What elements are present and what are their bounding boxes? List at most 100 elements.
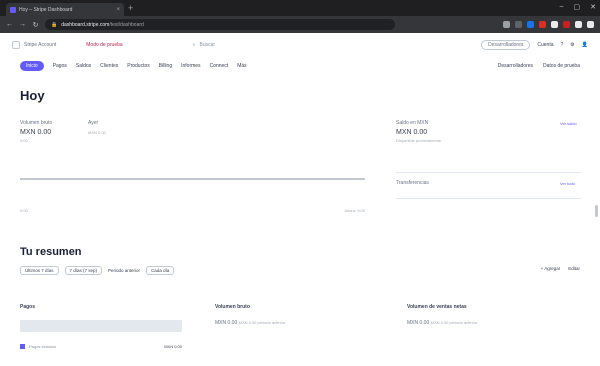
payments-legend: Pagos exitosos MXN 0.00 <box>20 344 182 349</box>
minimize-button[interactable]: – <box>560 3 564 11</box>
view-payouts-link[interactable]: Ver todo <box>560 181 575 186</box>
nav-right: Desarrolladores Datos de prueba <box>498 63 580 69</box>
date-select[interactable]: 7 días (7 sep) <box>64 266 103 275</box>
gross-volume-sub: 0:00 <box>20 138 28 143</box>
tab-billing[interactable]: Billing <box>159 63 172 69</box>
gross-volume-card[interactable]: Volumen bruto MXN 0.00 MXN 0.00 periodo … <box>215 304 286 326</box>
extension-icon[interactable] <box>515 21 522 28</box>
app-topbar: Stripe Account Modo de prueba ⌕ Buscar D… <box>0 33 600 57</box>
tab-reports[interactable]: Informes <box>181 63 200 69</box>
summary-title: Tu resumen <box>20 246 82 258</box>
main-nav: Inicio Pagos Saldos Clientes Productos B… <box>0 57 600 75</box>
net-volume-card-value: MXN 0.00 <box>407 320 430 326</box>
balance-card: Saldo en MXN MXN 0.00 Disponible próxima… <box>396 120 441 143</box>
extension-icon[interactable] <box>503 21 510 28</box>
payments-bar <box>20 320 182 332</box>
divider <box>396 172 581 173</box>
payments-card[interactable]: Pagos <box>20 304 35 310</box>
balance-value: MXN 0.00 <box>396 129 428 136</box>
browser-tab[interactable]: Hoy – Stripe Dashboard × <box>6 3 124 16</box>
topbar-actions: Desarrolladores Cuenta ? ⚙ 👤 <box>481 40 588 50</box>
test-mode-badge[interactable]: Modo de prueba <box>86 42 122 48</box>
account-name: Stripe Account <box>24 42 57 48</box>
balance-sub: Disponible próximamente <box>396 138 442 143</box>
date-range-select[interactable]: Últimos 7 días <box>20 266 59 275</box>
browser-tabbar: Hoy – Stripe Dashboard × + – ▢ ✕ <box>0 0 600 16</box>
close-tab-icon[interactable]: × <box>116 7 120 13</box>
tab-products[interactable]: Productos <box>127 63 150 69</box>
test-data-toggle[interactable]: Datos de prueba <box>543 63 580 69</box>
tab-connect[interactable]: Connect <box>210 63 229 69</box>
legend-swatch <box>20 344 25 349</box>
legend-label: Pagos exitosos <box>29 344 57 349</box>
search-input[interactable]: ⌕ Buscar <box>193 42 215 48</box>
url-path: /test/dashboard <box>109 21 144 28</box>
yesterday-stat[interactable]: Ayer MXN 0.00 <box>88 120 106 135</box>
edit-button[interactable]: Editar <box>568 266 580 271</box>
tab-customers[interactable]: Clientes <box>100 63 118 69</box>
gross-volume-card-compare: MXN 0.00 periodo anterior <box>238 320 286 325</box>
divider <box>396 198 581 199</box>
chart-start-label: 0:00 <box>20 208 28 213</box>
url-input[interactable]: 🔒 dashboard.stripe.com/test/dashboard <box>45 19 395 30</box>
gross-volume-value: MXN 0.00 <box>20 129 52 136</box>
profile-icon[interactable] <box>575 21 582 28</box>
chart-line <box>20 178 365 180</box>
settings-icon[interactable]: ⚙ <box>570 42 574 48</box>
tab-title: Hoy – Stripe Dashboard <box>19 6 73 13</box>
extension-icon[interactable] <box>551 21 558 28</box>
add-button[interactable]: + Agregar <box>541 266 561 271</box>
view-balance-link[interactable]: Ver saldo <box>560 121 577 126</box>
developers-pill[interactable]: Desarrolladores <box>481 40 531 50</box>
today-chart: 0:00 Ahora, 0:00 <box>20 150 365 213</box>
address-bar: ← → ↻ 🔒 dashboard.stripe.com/test/dashbo… <box>0 16 600 33</box>
net-volume-card-title: Volumen de ventas netas <box>407 304 467 310</box>
gross-volume-stat[interactable]: Volumen bruto MXN 0.00 0:00 <box>20 120 52 143</box>
summary-actions: + Agregar Editar <box>541 266 580 271</box>
account-label[interactable]: Cuenta <box>537 42 553 48</box>
scrollbar[interactable] <box>595 205 598 217</box>
account-switcher[interactable]: Stripe Account <box>12 41 56 49</box>
extensions <box>503 21 594 28</box>
compare-select[interactable]: Periodo anterior <box>108 268 140 273</box>
tab-balances[interactable]: Saldos <box>76 63 91 69</box>
net-volume-card[interactable]: Volumen de ventas netas MXN 0.00 MXN 0.0… <box>407 304 478 326</box>
search-icon: ⌕ <box>192 42 196 48</box>
balance-label: Saldo en MXN <box>396 120 429 126</box>
gross-volume-label: Volumen bruto <box>20 120 53 126</box>
tab-payments[interactable]: Pagos <box>53 63 67 69</box>
page-title: Hoy <box>20 88 45 103</box>
gross-volume-card-value: MXN 0.00 <box>215 320 238 326</box>
back-icon[interactable]: ← <box>6 21 13 28</box>
yesterday-label: Ayer <box>88 120 99 126</box>
extension-icon[interactable] <box>527 21 534 28</box>
chart-end-label: Ahora, 0:00 <box>344 208 365 213</box>
summary-filters: Últimos 7 días 7 días (7 sep) Periodo an… <box>20 266 175 275</box>
help-icon[interactable]: ? <box>561 42 564 48</box>
tab-more[interactable]: Más <box>237 63 246 69</box>
net-volume-card-compare: MXN 0.00 periodo anterior <box>430 320 478 325</box>
menu-icon[interactable] <box>587 21 594 28</box>
new-tab-button[interactable]: + <box>128 3 133 13</box>
tab-home[interactable]: Inicio <box>20 61 44 71</box>
gross-volume-card-title: Volumen bruto <box>215 304 250 310</box>
close-window-button[interactable]: ✕ <box>590 3 596 11</box>
user-icon[interactable]: 👤 <box>582 42 588 48</box>
maximize-button[interactable]: ▢ <box>574 3 581 11</box>
yesterday-value: MXN 0.00 <box>88 130 106 135</box>
lock-icon: 🔒 <box>51 21 58 28</box>
window-controls: – ▢ ✕ <box>560 3 596 11</box>
forward-icon[interactable]: → <box>19 21 26 28</box>
extension-icon[interactable] <box>563 21 570 28</box>
legend-amount: MXN 0.00 <box>164 344 182 349</box>
payouts-label: Transferencias <box>396 180 429 186</box>
account-icon <box>12 41 20 49</box>
developers-link[interactable]: Desarrolladores <box>498 63 533 69</box>
reload-icon[interactable]: ↻ <box>32 21 39 29</box>
stripe-favicon <box>10 6 16 13</box>
payments-card-title: Pagos <box>20 304 36 310</box>
interval-select[interactable]: Cada día <box>146 266 175 275</box>
url-host: dashboard.stripe.com <box>61 21 110 28</box>
extension-icon[interactable] <box>539 21 546 28</box>
search-placeholder: Buscar <box>199 42 216 48</box>
